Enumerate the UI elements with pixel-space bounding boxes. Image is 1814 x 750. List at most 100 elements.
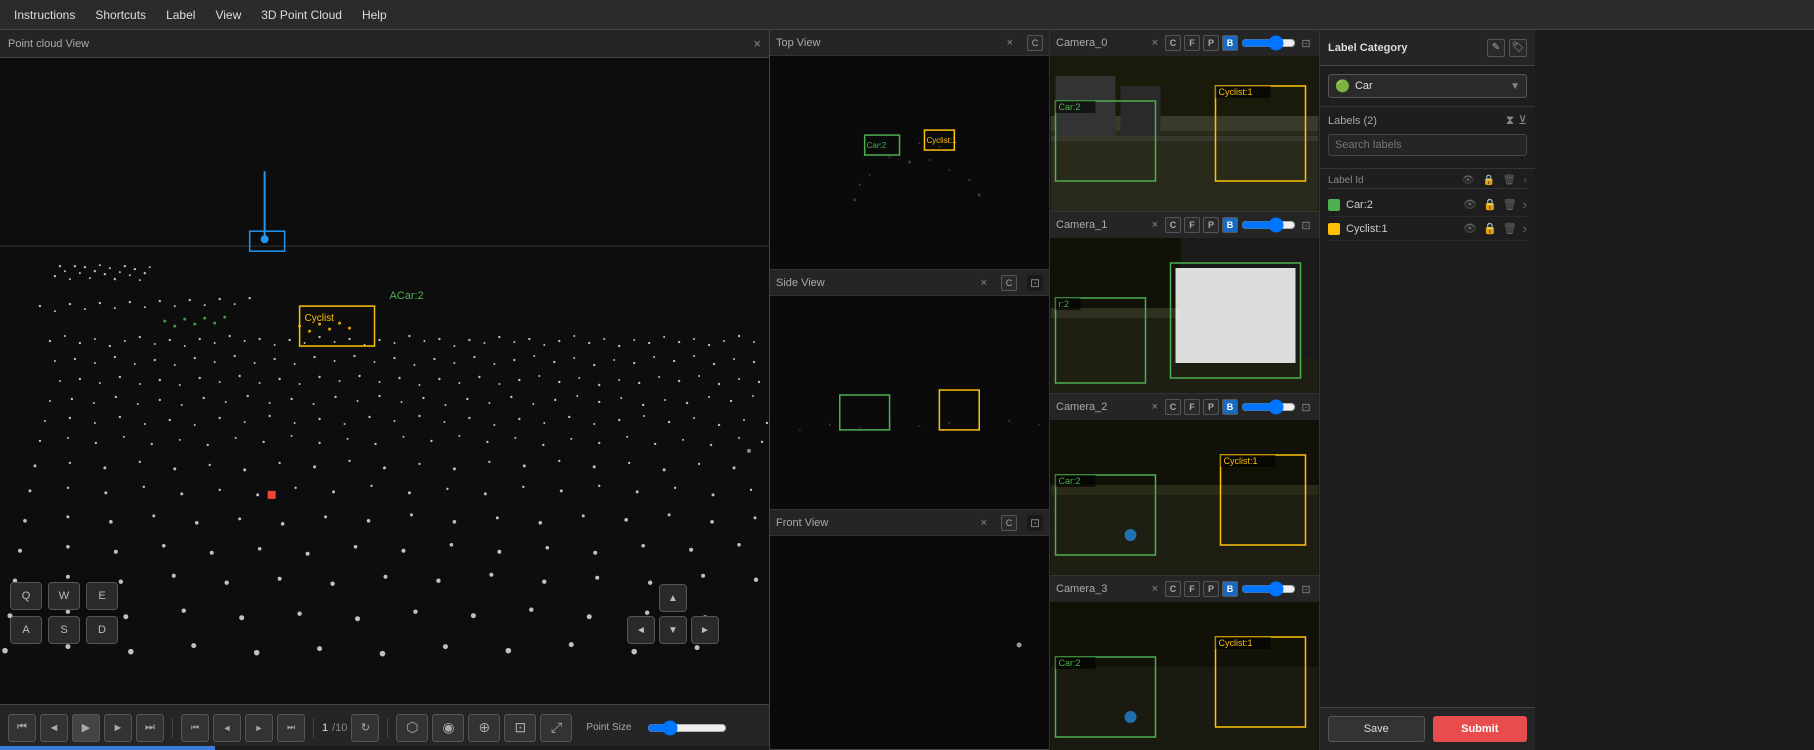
skip-prev-prev[interactable]: ⏮ — [181, 714, 209, 742]
cam0-b-btn[interactable]: B — [1222, 35, 1238, 51]
cam0-f-btn[interactable]: F — [1184, 35, 1200, 51]
skip-next[interactable]: ► — [245, 714, 273, 742]
cam3-expand[interactable]: ⊡ — [1299, 582, 1313, 596]
cam1-expand[interactable]: ⊡ — [1299, 218, 1313, 232]
save-button[interactable]: Save — [1328, 716, 1425, 742]
cam0-slider[interactable] — [1241, 35, 1296, 51]
svg-text:Cyclist:1: Cyclist:1 — [1224, 456, 1258, 466]
nav-right-arrow[interactable]: ► — [691, 616, 719, 644]
menu-view[interactable]: View — [205, 4, 251, 26]
skip-start-btn[interactable]: ⏮ — [8, 714, 36, 742]
cam2-c-btn[interactable]: C — [1165, 399, 1181, 415]
front-view-content[interactable] — [770, 536, 1049, 749]
menu-3d-point-cloud[interactable]: 3D Point Cloud — [251, 4, 352, 26]
cyclist-trash-icon[interactable]: 🗑 — [1503, 222, 1517, 235]
kbd-s[interactable]: S — [48, 616, 80, 644]
submit-button[interactable]: Submit — [1433, 716, 1528, 742]
cyclist-expand-icon[interactable]: › — [1523, 221, 1527, 236]
cube-icon-btn[interactable]: ⬡ — [396, 714, 428, 742]
edit-icon-btn[interactable]: ✎ — [1487, 39, 1505, 57]
skip-next-next[interactable]: ⏭ — [277, 714, 305, 742]
top-view-c-btn[interactable]: C — [1027, 35, 1043, 51]
progress-bar[interactable] — [0, 746, 215, 750]
nav-up-arrow[interactable]: ▲ — [659, 584, 687, 612]
tag-icon-btn[interactable]: 🏷 — [1509, 39, 1527, 57]
front-view-expand[interactable]: ⊡ — [1027, 515, 1043, 531]
menu-help[interactable]: Help — [352, 4, 397, 26]
car-expand-icon[interactable]: › — [1523, 197, 1527, 212]
side-view-content[interactable] — [770, 296, 1049, 509]
cam3-f-btn[interactable]: F — [1184, 581, 1200, 597]
cyclist-eye-off-icon[interactable]: 👁 — [1463, 222, 1477, 235]
point-cloud-close[interactable]: × — [753, 36, 761, 51]
cam1-f-btn[interactable]: F — [1184, 217, 1200, 233]
point-cloud-canvas[interactable]: ACar:2 Cyclist Q W E A S D — [0, 58, 769, 704]
cam3-p-btn[interactable]: P — [1203, 581, 1219, 597]
menu-shortcuts[interactable]: Shortcuts — [85, 4, 156, 26]
cam0-p-btn[interactable]: P — [1203, 35, 1219, 51]
car-trash-icon[interactable]: 🗑 — [1503, 198, 1517, 211]
cam1-p-btn[interactable]: P — [1203, 217, 1219, 233]
cam2-slider[interactable] — [1241, 399, 1296, 415]
camera-0-content[interactable]: Car:2 Cyclist:1 — [1050, 56, 1319, 211]
sphere-icon-btn[interactable]: ◉ — [432, 714, 464, 742]
crop-icon-btn[interactable]: ⊡ — [504, 714, 536, 742]
cam2-expand[interactable]: ⊡ — [1299, 400, 1313, 414]
kbd-w[interactable]: W — [48, 582, 80, 610]
camera-0-close[interactable]: × — [1152, 37, 1158, 49]
kbd-e[interactable]: E — [86, 582, 118, 610]
menu-instructions[interactable]: Instructions — [4, 4, 85, 26]
front-view-panel: Front View × C ⊡ — [770, 510, 1049, 750]
svg-text:r:2: r:2 — [1059, 299, 1070, 309]
cam2-b-btn[interactable]: B — [1222, 399, 1238, 415]
front-view-c-btn[interactable]: C — [1001, 515, 1017, 531]
cam2-p-btn[interactable]: P — [1203, 399, 1219, 415]
car-lock-icon[interactable]: 🔒 — [1483, 198, 1497, 211]
next-btn[interactable]: ► — [104, 714, 132, 742]
camera-2-content[interactable]: Car:2 Cyclist:1 — [1050, 420, 1319, 575]
cam3-slider[interactable] — [1241, 581, 1296, 597]
cam0-c-btn[interactable]: C — [1165, 35, 1181, 51]
cam1-c-btn[interactable]: C — [1165, 217, 1181, 233]
skip-end-btn[interactable]: ⏭ — [136, 714, 164, 742]
frame-counter: 1 /10 — [322, 722, 347, 734]
refresh-btn[interactable]: ↻ — [351, 714, 379, 742]
kbd-q[interactable]: Q — [10, 582, 42, 610]
funnel-icon[interactable]: ⊻ — [1518, 113, 1527, 128]
camera-1-close[interactable]: × — [1152, 219, 1158, 231]
cam3-c-btn[interactable]: C — [1165, 581, 1181, 597]
menu-label[interactable]: Label — [156, 4, 205, 26]
camera-1-content[interactable]: r:2 — [1050, 238, 1319, 393]
cam1-b-btn[interactable]: B — [1222, 217, 1238, 233]
cam2-f-btn[interactable]: F — [1184, 399, 1200, 415]
top-view-content[interactable]: Car:2 Cyclist:1 — [770, 56, 1049, 269]
cam1-slider[interactable] — [1241, 217, 1296, 233]
cam3-b-btn[interactable]: B — [1222, 581, 1238, 597]
kbd-a[interactable]: A — [10, 616, 42, 644]
camera-2-close[interactable]: × — [1152, 401, 1158, 413]
nav-left-arrow[interactable]: ◄ — [627, 616, 655, 644]
filter-icon[interactable]: ⧗ — [1506, 113, 1514, 128]
camera-0-header: Camera_0 × C F P B ⊡ — [1050, 30, 1319, 56]
side-view-close[interactable]: × — [981, 277, 987, 289]
camera-3-content[interactable]: Car:2 Cyclist:1 — [1050, 602, 1319, 750]
cyclist-lock-icon[interactable]: 🔒 — [1483, 222, 1497, 235]
nav-down-arrow[interactable]: ▼ — [659, 616, 687, 644]
svg-text:Car:2: Car:2 — [1059, 658, 1081, 668]
skip-prev[interactable]: ◄ — [213, 714, 241, 742]
search-labels-input[interactable] — [1328, 134, 1527, 156]
side-view-c-btn[interactable]: C — [1001, 275, 1017, 291]
expand-icon-btn[interactable]: ⤢ — [540, 714, 572, 742]
crosshair-icon-btn[interactable]: ⊕ — [468, 714, 500, 742]
top-view-close[interactable]: × — [1007, 37, 1013, 49]
kbd-d[interactable]: D — [86, 616, 118, 644]
front-view-close[interactable]: × — [981, 517, 987, 529]
category-dropdown[interactable]: 🟢 Car ▼ — [1328, 74, 1527, 98]
point-size-slider[interactable] — [647, 720, 727, 736]
car-eye-off-icon[interactable]: 👁 — [1463, 198, 1477, 211]
prev-btn[interactable]: ◄ — [40, 714, 68, 742]
cam0-expand[interactable]: ⊡ — [1299, 36, 1313, 50]
play-btn[interactable]: ▶ — [72, 714, 100, 742]
camera-3-close[interactable]: × — [1152, 583, 1158, 595]
side-view-expand[interactable]: ⊡ — [1027, 275, 1043, 291]
